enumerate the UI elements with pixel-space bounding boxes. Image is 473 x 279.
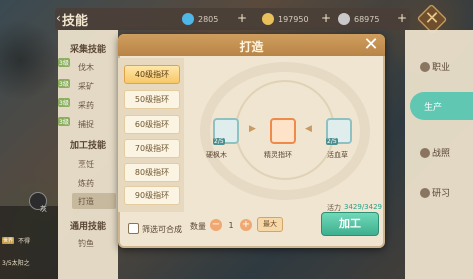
skill-level-badge: 3级	[58, 58, 70, 67]
skill-level-badge: 3级	[58, 117, 70, 126]
currency-silver: 68975	[338, 12, 379, 26]
ring-item-60[interactable]: 60级指环	[124, 115, 180, 134]
filter-craftable-checkbox[interactable]	[128, 223, 139, 234]
dialog-close-button[interactable]: ✕	[361, 35, 381, 55]
result-label: 精灵指环	[264, 151, 292, 159]
quantity-decrease-button[interactable]: −	[210, 219, 222, 231]
sidebar-item-mining[interactable]: 采矿	[78, 81, 94, 92]
diamond-icon	[182, 13, 194, 25]
energy-value: 3429/3429	[344, 203, 382, 211]
avatar-label: 灰	[40, 205, 47, 213]
material-count: 2/5	[326, 138, 338, 145]
diamond-value: 2805	[198, 14, 219, 24]
section-gathering: 采集技能	[70, 45, 107, 55]
section-general: 通用技能	[70, 222, 107, 232]
sidebar-item-fishing[interactable]: 钓鱼	[78, 238, 94, 249]
sidebar-item-cooking[interactable]: 烹饪	[78, 159, 94, 170]
filter-craftable-label: 筛选可合成	[142, 225, 182, 234]
sidebar-item-herbalism[interactable]: 采药	[78, 100, 94, 111]
ring-item-40[interactable]: 40级指环	[124, 65, 180, 84]
material-label: 硬枫木	[206, 151, 227, 159]
gold-coin-icon	[262, 13, 274, 25]
arrow-left-icon: ◀	[305, 124, 312, 134]
quantity-value: 1	[228, 221, 234, 230]
craft-button[interactable]: 加工	[321, 212, 379, 236]
silver-coin-icon	[338, 13, 350, 25]
quantity-increase-button[interactable]: +	[240, 219, 252, 231]
currency-diamond: 2805	[182, 12, 218, 26]
tab-label: 研习	[432, 189, 451, 199]
battle-icon	[420, 147, 430, 158]
add-gold-button[interactable]: +	[320, 12, 332, 24]
tab-battle[interactable]: 战照	[420, 146, 450, 159]
tab-study[interactable]: 研习	[420, 186, 450, 199]
add-diamond-button[interactable]: +	[236, 12, 248, 24]
max-quantity-button[interactable]: 最大	[257, 217, 283, 232]
skill-level-badge: 3级	[58, 79, 70, 88]
skill-level-badge: 3级	[58, 98, 70, 107]
study-icon	[420, 187, 430, 198]
profession-icon	[420, 61, 430, 72]
add-silver-button[interactable]: +	[396, 12, 408, 24]
ring-icon[interactable]	[270, 118, 296, 144]
page-title: 技能	[62, 14, 89, 29]
close-icon[interactable]: ✕	[420, 8, 444, 30]
ring-item-80[interactable]: 80级指环	[124, 163, 180, 182]
section-processing: 加工技能	[70, 141, 107, 151]
ring-item-90[interactable]: 90级指环	[124, 186, 180, 205]
ring-item-50[interactable]: 50级指环	[124, 90, 180, 109]
material-label: 活血草	[327, 151, 348, 159]
quantity-label: 数量	[190, 222, 206, 231]
arrow-right-icon: ▶	[249, 124, 256, 134]
dialog-title: 打造	[239, 40, 264, 54]
chat-channel-tag: 世界	[2, 237, 15, 244]
material-count: 2/5	[213, 138, 225, 145]
tab-profession[interactable]: 职业	[420, 60, 450, 73]
chat-message: 不得	[18, 238, 31, 245]
silver-value: 68975	[354, 14, 380, 24]
tab-label: 职业	[432, 63, 451, 73]
gold-value: 197950	[278, 14, 309, 24]
sidebar-item-capture[interactable]: 捕捉	[78, 119, 94, 130]
sidebar-item-alchemy[interactable]: 炼药	[78, 178, 94, 189]
chat-message: 3/5太阳之	[2, 260, 30, 267]
tab-label: 战照	[432, 149, 451, 159]
ring-item-70[interactable]: 70级指环	[124, 139, 180, 158]
currency-gold: 197950	[262, 12, 309, 26]
tab-label: 生产	[424, 103, 443, 113]
sidebar-item-forging[interactable]: 打造	[78, 196, 94, 207]
sidebar-item-logging[interactable]: 伐木	[78, 62, 94, 73]
